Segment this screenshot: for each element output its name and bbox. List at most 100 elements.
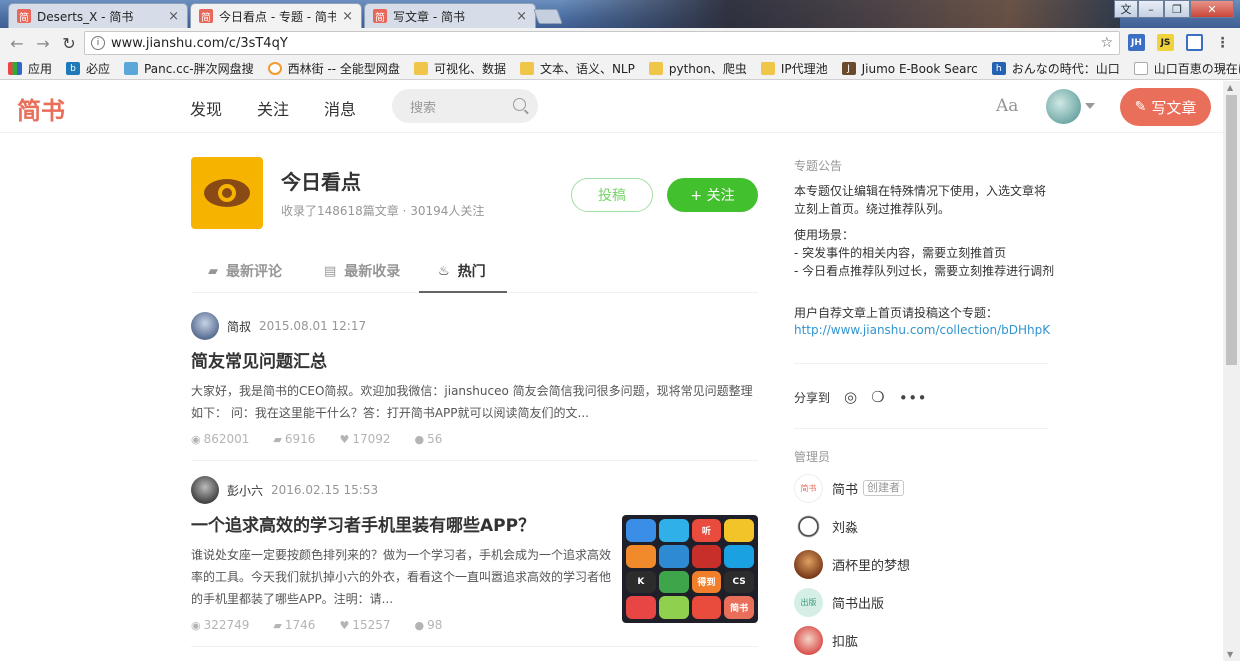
new-tab-button[interactable]: [533, 9, 563, 24]
browser-tab-today[interactable]: 简 今日看点 - 专题 - 简书 ×: [190, 3, 362, 28]
tab-close-icon[interactable]: ×: [342, 9, 353, 24]
scroll-up-icon[interactable]: ▲: [1227, 83, 1233, 92]
search-icon[interactable]: [513, 98, 526, 111]
jh-extension-icon[interactable]: JH: [1128, 34, 1145, 51]
bookmark-hatena[interactable]: h おんなの時代：山口: [991, 60, 1120, 77]
write-article-button[interactable]: ✎ 写文章: [1120, 88, 1211, 126]
admin-avatar: [794, 625, 823, 655]
bookmark-folder-python[interactable]: python、爬虫: [648, 60, 747, 77]
more-dots-icon[interactable]: ∙∙∙: [899, 388, 927, 406]
notice-line: 用户自荐文章上首页请投稿这个专题：: [794, 306, 999, 320]
article-title[interactable]: 简友常见问题汇总: [191, 350, 758, 374]
author-name[interactable]: 彭小六: [227, 482, 263, 499]
tab-close-icon[interactable]: ×: [516, 9, 527, 24]
more-bookmarks-button[interactable]: »: [1219, 62, 1226, 76]
article-title[interactable]: 一个追求高效的学习者手机里装有哪些APP？: [191, 514, 601, 538]
xilin-icon: [267, 62, 282, 75]
likes-count: ♥ 17092: [339, 432, 391, 446]
follow-collection-button[interactable]: + 关注: [667, 178, 758, 212]
bookmark-folder-nlp[interactable]: 文本、语义、NLP: [519, 60, 635, 77]
app-tile: [724, 544, 754, 568]
admin-item[interactable]: 刘淼: [794, 511, 858, 541]
user-avatar[interactable]: [1046, 89, 1081, 124]
search-input[interactable]: 搜索: [392, 89, 538, 123]
bookmarks-bar: 应用 b 必应 Panc.cc-胖次网盘搜 西林街 -- 全能型网盘 可视化、数据…: [0, 58, 1240, 80]
nav-discover[interactable]: 发现: [190, 96, 222, 120]
submit-article-button[interactable]: 投稿: [571, 178, 653, 212]
admin-item[interactable]: 简书 简书 创建者: [794, 473, 905, 503]
folder-icon: [519, 62, 534, 75]
bookmark-jiumo[interactable]: J Jiumo E-Book Searc: [841, 62, 978, 76]
bookmark-folder-ip[interactable]: IP代理池: [760, 60, 828, 77]
comments-count: ▰ 6916: [273, 432, 316, 446]
folder-icon: [760, 62, 775, 75]
collection-tabs: ▰ 最新评论 ▤ 最新收录 ♨ 热门: [191, 247, 758, 293]
app-tile: [658, 519, 689, 542]
address-bar[interactable]: i www.jianshu.com/c/3sT4qY ☆: [84, 31, 1120, 55]
bookmark-xilin[interactable]: 西林街 -- 全能型网盘: [267, 60, 400, 77]
page-scrollbar[interactable]: ▲ ▼: [1223, 81, 1240, 661]
admin-item[interactable]: 出版 简书出版: [794, 587, 884, 617]
bookmark-apps[interactable]: 应用: [8, 60, 52, 77]
tab-title: 写文章 - 简书: [393, 9, 465, 24]
scroll-down-icon[interactable]: ▼: [1227, 650, 1233, 659]
js-extension-icon[interactable]: JS: [1157, 34, 1174, 51]
article-item: 简叔 2015.08.01 12:17 简友常见问题汇总 大家好，我是简书的CE…: [191, 312, 758, 446]
bookmark-panc[interactable]: Panc.cc-胖次网盘搜: [124, 60, 254, 77]
bookmark-folder-viz[interactable]: 可视化、数据: [413, 60, 506, 77]
font-settings-button[interactable]: Aa: [996, 96, 1018, 116]
hatena-icon: h: [991, 62, 1006, 75]
eye-icon: ◉: [191, 432, 201, 446]
tab-hot[interactable]: ♨ 热门: [438, 261, 486, 281]
admin-name: 扣肱: [832, 634, 859, 650]
publish-time: 2015.08.01 12:17: [259, 319, 367, 333]
app-tile: [658, 570, 689, 594]
author-name[interactable]: 简叔: [227, 318, 251, 335]
author-avatar[interactable]: [191, 476, 219, 504]
browser-tab-write[interactable]: 简 写文章 - 简书 ×: [364, 3, 536, 28]
minimize-button[interactable]: –: [1138, 0, 1164, 18]
tab-latest-included[interactable]: ▤ 最新收录: [324, 261, 400, 281]
bookmark-star-icon[interactable]: ☆: [1100, 35, 1113, 51]
reload-icon[interactable]: ↻: [56, 34, 82, 53]
document-icon: ▤: [324, 263, 337, 279]
menu-dots-icon[interactable]: ⋮: [1214, 34, 1231, 51]
pen-icon: ✎: [1134, 99, 1147, 115]
browser-tab-deserts[interactable]: 简 Deserts_X - 简书 ×: [8, 3, 188, 28]
maximize-button[interactable]: ❐: [1164, 0, 1190, 18]
wechat-icon[interactable]: ❍: [871, 388, 884, 406]
close-window-button[interactable]: ✕: [1190, 0, 1234, 18]
admin-item[interactable]: 扣肱: [794, 625, 858, 655]
app-tile: CS: [724, 570, 754, 594]
tab-latest-comments[interactable]: ▰ 最新评论: [208, 261, 282, 281]
app-tile: 简书: [724, 596, 754, 619]
app-tile: K: [626, 570, 656, 594]
cast-extension-icon[interactable]: [1186, 34, 1203, 51]
comments-count: ▰ 1746: [273, 618, 316, 632]
list-divider: [191, 460, 758, 461]
address-text: www.jianshu.com/c/3sT4qY: [111, 35, 288, 51]
jianshu-page: 简书 发现 关注 消息 搜索 Aa ✎ 写文章 今日看点 收录了148618篇文…: [0, 81, 1240, 661]
notice-link[interactable]: http://www.jianshu.com/collection/bDHhpK: [794, 323, 1050, 337]
jianshu-favicon-icon: 简: [17, 9, 31, 24]
heart-icon: ♥: [339, 618, 350, 632]
site-header: 简书 发现 关注 消息 搜索 Aa ✎ 写文章: [0, 81, 1223, 133]
collection-cover: [191, 157, 263, 229]
bookmark-bing[interactable]: b 必应: [66, 60, 110, 77]
weibo-icon[interactable]: ◎: [844, 388, 857, 406]
tab-close-icon[interactable]: ×: [168, 9, 179, 24]
site-info-icon[interactable]: i: [91, 36, 105, 50]
jianshu-logo[interactable]: 简书: [17, 91, 65, 126]
scrollbar-thumb[interactable]: [1226, 95, 1237, 365]
author-avatar[interactable]: [191, 312, 219, 340]
admin-item[interactable]: 酒杯里的梦想: [794, 549, 910, 579]
ime-button[interactable]: 文: [1114, 0, 1138, 18]
rewards-count: ● 98: [414, 618, 443, 632]
tab-title: 今日看点 - 专题 - 简书: [219, 9, 337, 24]
article-thumbnail[interactable]: 听 K 得到 CS 简书: [622, 515, 758, 623]
nav-messages[interactable]: 消息: [324, 96, 356, 120]
nav-follow[interactable]: 关注: [257, 96, 289, 120]
forward-arrow-icon[interactable]: →: [30, 34, 56, 53]
chevron-down-icon[interactable]: [1085, 103, 1095, 109]
back-arrow-icon[interactable]: ←: [4, 34, 30, 53]
